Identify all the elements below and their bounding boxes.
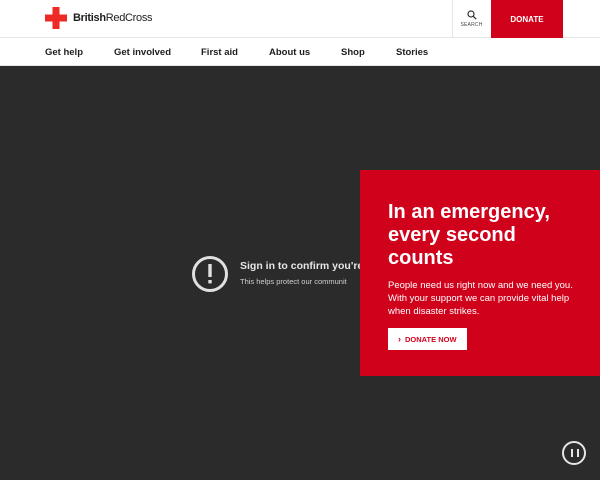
promo-title: In an emergency, every second counts bbox=[388, 201, 550, 269]
logo-text: BritishRedCross bbox=[73, 12, 153, 24]
nav-item-get-help[interactable]: Get help bbox=[45, 47, 83, 58]
signin-subtitle: This helps protect our communit bbox=[240, 277, 347, 286]
search-button[interactable]: SEARCH bbox=[452, 0, 490, 38]
donate-button[interactable]: DONATE bbox=[491, 0, 563, 38]
main-nav: Get help Get involved First aid About us… bbox=[0, 38, 600, 66]
donate-now-label: DONATE NOW bbox=[405, 334, 457, 344]
exclamation-circle-icon bbox=[192, 256, 228, 292]
red-cross-icon bbox=[45, 7, 67, 29]
chevron-right-icon: › bbox=[398, 334, 401, 344]
nav-item-shop[interactable]: Shop bbox=[341, 47, 365, 58]
promo-body: People need us right now and we need you… bbox=[388, 280, 573, 317]
nav-item-get-involved[interactable]: Get involved bbox=[114, 47, 171, 58]
emergency-promo-panel: In an emergency, every second counts Peo… bbox=[360, 170, 600, 376]
search-label: SEARCH bbox=[460, 22, 483, 28]
signin-title: Sign in to confirm you're n bbox=[240, 260, 373, 272]
pause-button[interactable] bbox=[562, 441, 586, 465]
donate-now-button[interactable]: › DONATE NOW bbox=[388, 328, 467, 350]
site-header: BritishRedCross SEARCH DONATE bbox=[0, 0, 600, 38]
search-icon bbox=[466, 10, 477, 20]
nav-item-stories[interactable]: Stories bbox=[396, 47, 428, 58]
british-red-cross-logo[interactable]: BritishRedCross bbox=[45, 7, 153, 29]
nav-item-first-aid[interactable]: First aid bbox=[201, 47, 238, 58]
nav-item-about-us[interactable]: About us bbox=[269, 47, 310, 58]
